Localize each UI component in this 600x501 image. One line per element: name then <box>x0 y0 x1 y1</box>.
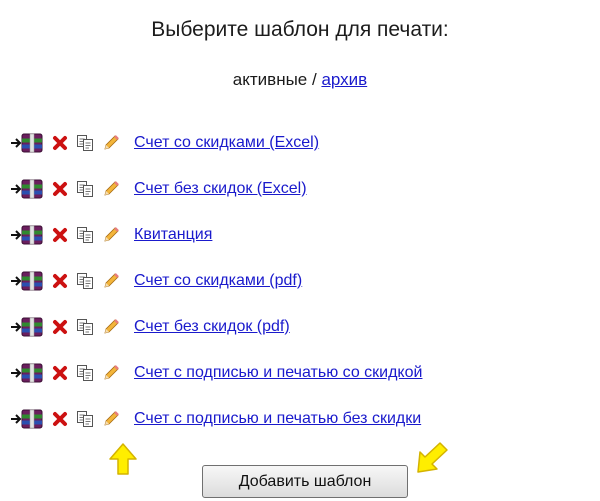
down-left-arrow-icon <box>417 442 448 473</box>
edit-icon[interactable] <box>102 410 120 428</box>
template-link[interactable]: Квитанция <box>134 226 212 244</box>
template-row: Счет без скидок (Excel) <box>10 166 600 212</box>
filter-separator: / <box>307 70 322 89</box>
archive-move-icon[interactable] <box>10 225 44 245</box>
template-row: Счет с подписью и печатью со скидкой <box>10 350 600 396</box>
delete-icon[interactable] <box>52 411 68 427</box>
template-list: Счет со скидками (Excel) Счет без скидок … <box>10 120 600 442</box>
delete-icon[interactable] <box>52 135 68 151</box>
copy-icon[interactable] <box>76 134 94 152</box>
edit-icon[interactable] <box>102 134 120 152</box>
template-row: Счет со скидками (Excel) <box>10 120 600 166</box>
page-title: Выберите шаблон для печати: <box>151 18 449 41</box>
template-link[interactable]: Счет со скидками (Excel) <box>134 134 319 152</box>
delete-icon[interactable] <box>52 319 68 335</box>
archive-move-icon[interactable] <box>10 317 44 337</box>
template-row: Счет с подписью и печатью без скидки <box>10 396 600 442</box>
delete-icon[interactable] <box>52 227 68 243</box>
filter-active-label: активные <box>232 70 308 89</box>
template-row: Счет со скидками (pdf) <box>10 258 600 304</box>
template-link[interactable]: Счет без скидок (pdf) <box>134 318 290 336</box>
copy-icon[interactable] <box>76 226 94 244</box>
template-row: Квитанция <box>10 212 600 258</box>
add-template-button[interactable]: Добавить шаблон <box>202 465 408 498</box>
edit-icon[interactable] <box>102 318 120 336</box>
template-link[interactable]: Счет с подписью и печатью без скидки <box>134 410 421 428</box>
edit-icon[interactable] <box>102 272 120 290</box>
edit-icon[interactable] <box>102 226 120 244</box>
delete-icon[interactable] <box>52 365 68 381</box>
archive-move-icon[interactable] <box>10 409 44 429</box>
up-arrow-icon <box>109 443 137 475</box>
template-filter: активные / архив <box>0 70 600 90</box>
copy-icon[interactable] <box>76 318 94 336</box>
copy-icon[interactable] <box>76 272 94 290</box>
template-row: Счет без скидок (pdf) <box>10 304 600 350</box>
template-link[interactable]: Счет с подписью и печатью со скидкой <box>134 364 422 382</box>
delete-icon[interactable] <box>52 181 68 197</box>
template-link[interactable]: Счет без скидок (Excel) <box>134 180 307 198</box>
copy-icon[interactable] <box>76 180 94 198</box>
archive-move-icon[interactable] <box>10 363 44 383</box>
archive-move-icon[interactable] <box>10 179 44 199</box>
template-link[interactable]: Счет со скидками (pdf) <box>134 272 302 290</box>
archive-move-icon[interactable] <box>10 271 44 291</box>
filter-archive-link[interactable]: архив <box>321 70 367 89</box>
edit-icon[interactable] <box>102 180 120 198</box>
copy-icon[interactable] <box>76 364 94 382</box>
edit-icon[interactable] <box>102 364 120 382</box>
archive-move-icon[interactable] <box>10 133 44 153</box>
copy-icon[interactable] <box>76 410 94 428</box>
delete-icon[interactable] <box>52 273 68 289</box>
